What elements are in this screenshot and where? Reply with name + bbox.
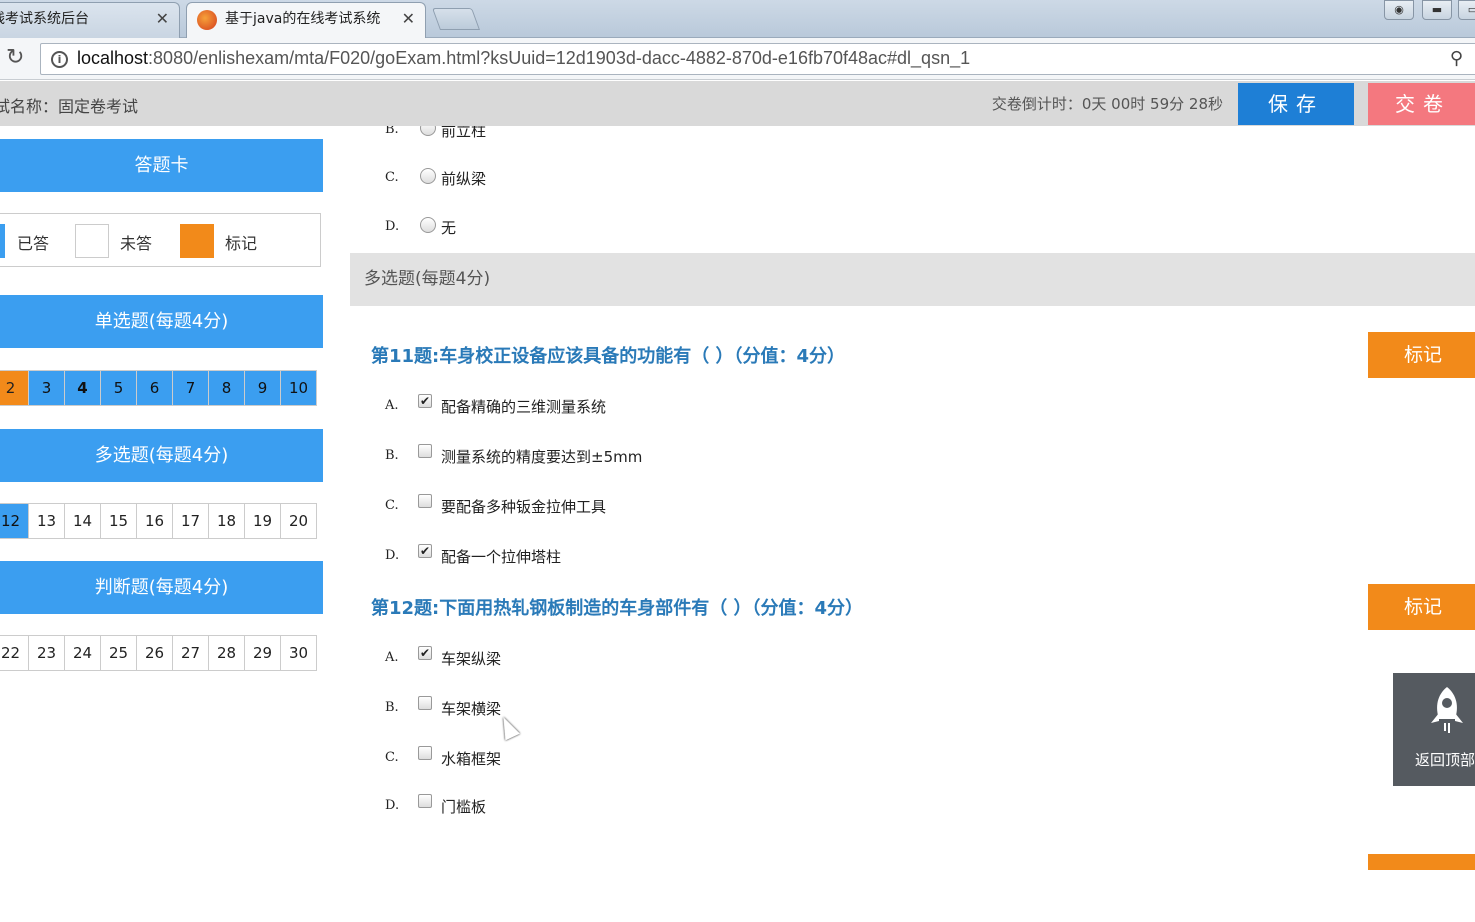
new-tab-button[interactable] [431, 8, 481, 30]
zoom-icon[interactable]: ⚲ [1450, 48, 1463, 69]
restore-icon[interactable]: ▭ [1458, 0, 1475, 20]
multi-choice-header[interactable]: 多选题(每题4分) [0, 429, 323, 482]
question-number[interactable]: 30 [280, 635, 317, 671]
question-number[interactable]: 27 [172, 635, 209, 671]
browser-tab-bar: 线考试系统后台 ✕ 基于java的在线考试系统 ✕ ◉ ▬ ▭ [0, 0, 1475, 38]
question-number[interactable]: 18 [208, 503, 245, 539]
tab-title: 线考试系统后台 [0, 11, 89, 27]
question-number[interactable]: 12 [0, 503, 29, 539]
url-text: localhost:8080/enlishexam/mta/F020/goExa… [77, 48, 971, 68]
back-to-top-button[interactable]: 返回顶部 [1393, 673, 1475, 786]
checkbox[interactable] [418, 494, 432, 508]
question-number[interactable]: 26 [136, 635, 173, 671]
tab-title: 基于java的在线考试系统 [225, 11, 381, 27]
checkbox[interactable] [418, 746, 432, 760]
question-number[interactable]: 7 [172, 370, 209, 406]
answer-card-sidebar: 答题卡 已答 未答 标记 单选题(每题4分) 2 3 4 5 6 7 8 9 1… [0, 126, 325, 922]
checkbox-checked[interactable]: ✔ [418, 394, 432, 408]
question-number[interactable]: 23 [28, 635, 65, 671]
rocket-icon [1431, 687, 1463, 733]
info-icon[interactable]: i [51, 51, 68, 68]
question-number[interactable]: 8 [208, 370, 245, 406]
legend-answered-label: 已答 [17, 234, 50, 253]
single-choice-header[interactable]: 单选题(每题4分) [0, 295, 323, 348]
countdown-timer: 交卷倒计时：0天 00时 59分 28秒 [991, 95, 1223, 113]
legend-marked-swatch [180, 224, 214, 258]
question-number[interactable]: 9 [244, 370, 281, 406]
back-to-top-label: 返回顶部 [1415, 751, 1475, 769]
close-tab-icon[interactable]: ✕ [156, 3, 169, 35]
judge-numbers: 22 23 24 25 26 27 28 29 30 [0, 635, 322, 671]
legend-marked-label: 标记 [225, 234, 258, 253]
legend-unanswered-label: 未答 [120, 234, 153, 253]
browser-tab-admin[interactable]: 线考试系统后台 ✕ [0, 2, 180, 38]
question-number[interactable]: 13 [28, 503, 65, 539]
favicon-icon [197, 10, 217, 30]
question-number[interactable]: 24 [64, 635, 101, 671]
minimize-icon[interactable]: ▬ [1422, 0, 1452, 20]
answer-legend: 已答 未答 标记 [0, 213, 321, 267]
question-area: B. 前立柱 C. 前纵梁 D. 无 多选题(每题4分) 第11题:车身校正设备… [350, 126, 1475, 922]
user-icon[interactable]: ◉ [1384, 0, 1414, 20]
question-number[interactable]: 3 [28, 370, 65, 406]
checkbox[interactable] [418, 794, 432, 808]
question-number[interactable]: 10 [280, 370, 317, 406]
checkbox[interactable] [418, 696, 432, 710]
legend-answered-swatch [0, 224, 5, 258]
question-number[interactable]: 29 [244, 635, 281, 671]
question-number[interactable]: 4 [64, 370, 101, 406]
address-bar-area: ↻ i localhost:8080/enlishexam/mta/F020/g… [0, 38, 1475, 80]
question-number[interactable]: 19 [244, 503, 281, 539]
question-number[interactable]: 6 [136, 370, 173, 406]
mark-button-partial[interactable] [1368, 854, 1475, 870]
exam-header: 试名称：固定卷考试 交卷倒计时：0天 00时 59分 28秒 保存 交卷 [0, 81, 1475, 126]
radio-button[interactable] [420, 168, 436, 184]
judge-header[interactable]: 判断题(每题4分) [0, 561, 323, 614]
question-number[interactable]: 20 [280, 503, 317, 539]
mark-button[interactable]: 标记 [1368, 332, 1475, 378]
question-number[interactable]: 17 [172, 503, 209, 539]
submit-button[interactable]: 交卷 [1368, 83, 1475, 125]
browser-tab-exam[interactable]: 基于java的在线考试系统 ✕ [186, 2, 426, 38]
section-title-multi: 多选题(每题4分) [350, 253, 1475, 306]
question-11-title: 第11题:车身校正设备应该具备的功能有（ ）（分值：4分） [371, 346, 846, 367]
save-button[interactable]: 保存 [1238, 83, 1354, 125]
reload-icon[interactable]: ↻ [6, 46, 24, 70]
legend-unanswered-swatch [75, 224, 109, 258]
answer-card-title: 答题卡 [0, 139, 323, 192]
question-12-title: 第12题:下面用热轧钢板制造的车身部件有（ ）（分值：4分） [371, 598, 864, 619]
question-number[interactable]: 14 [64, 503, 101, 539]
checkbox[interactable] [418, 444, 432, 458]
single-choice-numbers: 2 3 4 5 6 7 8 9 10 [0, 370, 322, 406]
question-number[interactable]: 5 [100, 370, 137, 406]
close-tab-icon[interactable]: ✕ [402, 3, 415, 35]
url-input[interactable]: i localhost:8080/enlishexam/mta/F020/goE… [40, 43, 1475, 75]
question-number[interactable]: 22 [0, 635, 29, 671]
radio-button[interactable] [420, 217, 436, 233]
radio-button[interactable] [420, 126, 436, 136]
question-number[interactable]: 15 [100, 503, 137, 539]
question-number[interactable]: 28 [208, 635, 245, 671]
question-number[interactable]: 16 [136, 503, 173, 539]
mark-button[interactable]: 标记 [1368, 584, 1475, 630]
checkbox-checked[interactable]: ✔ [418, 544, 432, 558]
exam-name: 试名称：固定卷考试 [0, 97, 139, 116]
question-number[interactable]: 2 [0, 370, 29, 406]
checkbox-checked[interactable]: ✔ [418, 646, 432, 660]
multi-choice-numbers: 12 13 14 15 16 17 18 19 20 [0, 503, 322, 539]
question-number[interactable]: 25 [100, 635, 137, 671]
